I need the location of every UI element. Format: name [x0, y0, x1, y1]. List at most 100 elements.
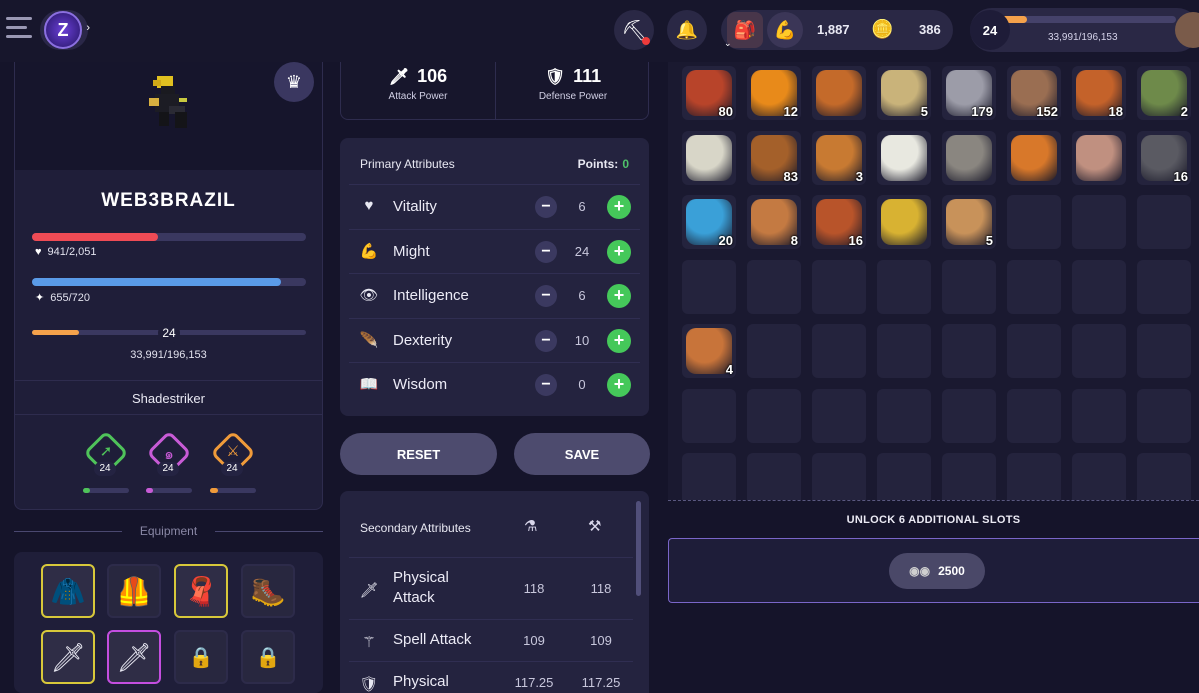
attribute-name: Might	[393, 242, 430, 260]
pickaxe-button[interactable]: ⛏	[614, 10, 654, 50]
decrease-button[interactable]: −	[535, 196, 557, 218]
equipment-slot[interactable]: 🗡	[41, 630, 95, 684]
inventory-slot[interactable]	[1072, 324, 1126, 378]
skill-magic[interactable]: ๑ 24	[144, 430, 192, 493]
inventory-slot[interactable]	[1072, 388, 1126, 443]
inventory-slot[interactable]: 8	[747, 195, 801, 249]
inventory-slot[interactable]: 12	[747, 66, 801, 120]
inventory-slot[interactable]	[1137, 195, 1191, 249]
attack-power-value: 106	[417, 66, 448, 86]
notifications-button[interactable]: 🔔	[667, 10, 707, 50]
skill-melee[interactable]: ⚔ 24	[208, 430, 256, 493]
inventory-slot[interactable]	[942, 130, 996, 185]
equipment-slot[interactable]: 🔒	[174, 630, 228, 684]
inventory-slot[interactable]: 4	[682, 324, 736, 378]
inventory-slot[interactable]	[1137, 453, 1191, 500]
inventory-slot[interactable]	[1137, 259, 1191, 314]
inventory-slot[interactable]	[747, 259, 801, 314]
reset-button[interactable]: RESET	[340, 433, 497, 475]
inventory-slot[interactable]	[682, 130, 736, 185]
inventory-slot[interactable]	[812, 66, 866, 120]
inventory-slot[interactable]: 179	[942, 66, 996, 120]
decrease-button[interactable]: −	[535, 285, 557, 307]
hamburger-menu-icon[interactable]	[6, 17, 32, 39]
secondary-row: 🗡 Physical Attack 118 118	[349, 557, 633, 619]
inventory-slot[interactable]	[682, 259, 736, 314]
crown-button[interactable]: ♛	[274, 62, 314, 102]
inventory-slot[interactable]	[1072, 130, 1126, 185]
unlock-slots-button[interactable]: ◉◉ 2500	[889, 553, 985, 589]
equipment-header: Equipment	[14, 522, 323, 542]
mana-text: 655/720	[50, 292, 90, 304]
inventory-slot[interactable]	[877, 388, 931, 443]
inventory-slot[interactable]	[682, 453, 736, 500]
inventory-slot[interactable]	[1007, 388, 1061, 443]
inventory-slot[interactable]	[812, 324, 866, 378]
save-button[interactable]: SAVE	[514, 433, 650, 475]
inventory-slot[interactable]	[877, 195, 931, 249]
equipment-slot[interactable]: 🧣	[174, 564, 228, 618]
equipment-slot[interactable]: 🔒	[241, 630, 295, 684]
decrease-button[interactable]: −	[535, 374, 557, 396]
inventory-slot[interactable]	[1072, 259, 1126, 314]
inventory-slot[interactable]	[812, 388, 866, 443]
inventory-slot[interactable]	[1007, 195, 1061, 249]
increase-button[interactable]: +	[607, 284, 631, 308]
total-value: 109	[590, 633, 612, 648]
inventory-slot[interactable]	[942, 259, 996, 314]
equipment-slot[interactable]: 🧥	[41, 564, 95, 618]
equipment-slot[interactable]: 🦺	[107, 564, 161, 618]
inventory-slot[interactable]: 16	[812, 195, 866, 249]
currency-panel[interactable]: 🎒 ⌄ 💪 1,887 🪙 386	[721, 10, 953, 50]
logo-icon: Z	[44, 11, 82, 49]
inventory-slot[interactable]	[877, 324, 931, 378]
inventory-slot[interactable]	[1007, 259, 1061, 314]
inventory-slot[interactable]	[1007, 130, 1061, 185]
decrease-button[interactable]: −	[535, 329, 557, 352]
inventory-slot[interactable]: 5	[877, 66, 931, 120]
user-avatar[interactable]	[1175, 12, 1199, 48]
inventory-slot[interactable]	[1137, 388, 1191, 443]
inventory-slot[interactable]: 18	[1072, 66, 1126, 120]
inventory-slot[interactable]: 16	[1137, 130, 1191, 185]
inventory-slot[interactable]	[877, 259, 931, 314]
inventory-slot[interactable]	[747, 453, 801, 500]
inventory-slot[interactable]: 2	[1137, 66, 1191, 120]
scrollbar-thumb[interactable]	[636, 501, 641, 596]
skill-archery[interactable]: ➚ 24	[81, 430, 129, 493]
inventory-slot[interactable]	[812, 453, 866, 500]
inventory-slot[interactable]	[877, 130, 931, 185]
increase-button[interactable]: +	[607, 373, 631, 397]
inventory-slot[interactable]: 80	[682, 66, 736, 120]
inventory-slot[interactable]	[682, 388, 736, 443]
inventory-slot[interactable]	[877, 453, 931, 500]
inventory-slot[interactable]	[1007, 324, 1061, 378]
game-logo-button[interactable]: Z ›	[40, 10, 90, 50]
inventory-slot[interactable]	[747, 388, 801, 443]
equipment-slot[interactable]: 🗡	[107, 630, 161, 684]
inventory-slot[interactable]: 152	[1007, 66, 1061, 120]
attribute-row-wisdom: 📖 Wisdom − 0 +	[349, 362, 640, 406]
inventory-slot[interactable]	[1137, 324, 1191, 378]
inventory-slot[interactable]	[942, 388, 996, 443]
inventory-slot[interactable]	[1007, 453, 1061, 500]
inventory-slot[interactable]	[812, 259, 866, 314]
inventory-slot[interactable]: 5	[942, 195, 996, 249]
increase-button[interactable]: +	[607, 195, 631, 219]
equipment-slot[interactable]: 🥾	[241, 564, 295, 618]
secondary-row: ⚚ Spell Attack 109 109	[349, 619, 633, 661]
inventory-slot[interactable]: 3	[812, 130, 866, 185]
inventory-slot[interactable]: 20	[682, 195, 736, 249]
decrease-button[interactable]: −	[535, 240, 557, 263]
increase-button[interactable]: +	[607, 239, 631, 264]
xp-bar-fill	[32, 330, 79, 335]
increase-button[interactable]: +	[607, 328, 631, 353]
inventory-slot[interactable]	[1072, 195, 1126, 249]
inventory-slot[interactable]	[942, 324, 996, 378]
defense-power-value: 111	[573, 66, 602, 86]
inventory-slot[interactable]	[747, 324, 801, 378]
inventory-slot[interactable]	[942, 453, 996, 500]
inventory-slot[interactable]	[1072, 453, 1126, 500]
inventory-slot[interactable]: 83	[747, 130, 801, 185]
health-fill	[32, 233, 159, 241]
